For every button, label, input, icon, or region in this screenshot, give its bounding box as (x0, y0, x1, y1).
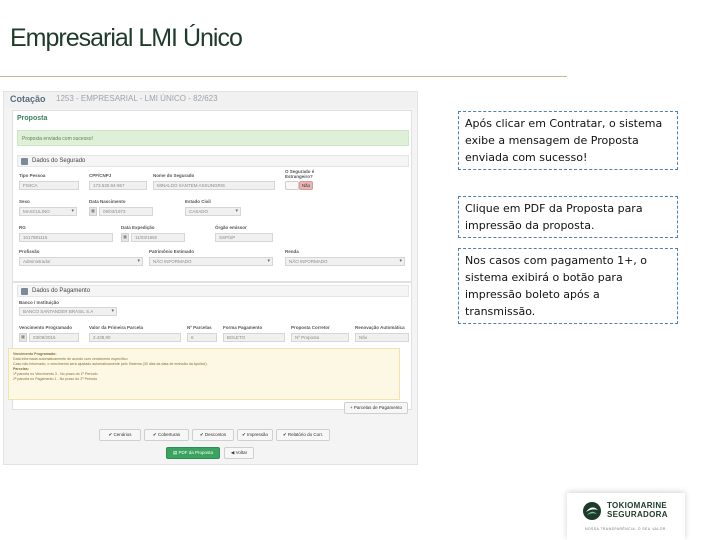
back-button-label: Voltar (235, 450, 248, 455)
label-banco: Banco / Instituição (19, 300, 60, 305)
label-orgao: Órgão emissor (215, 225, 247, 230)
field-corretor[interactable]: Nº Proposta (291, 333, 349, 342)
scenarios-button[interactable]: ✔ Cenários (99, 429, 141, 441)
select-estado-civil[interactable]: CASADO (185, 207, 241, 216)
tokio-marine-logo-icon (583, 502, 601, 520)
field-renovacao[interactable]: Não (355, 333, 409, 342)
payment-notice: Vencimento Programado: Data informada au… (8, 348, 400, 400)
installments-button-label: Parcelas de Pagamento (353, 405, 402, 410)
label-rg: RG (19, 225, 26, 230)
quote-title: 1253 - EMPRESARIAL - LMI ÚNICO - 82/623 (56, 94, 218, 103)
field-nome[interactable]: MINALDO SANTEM ASSUNGRIS (153, 181, 275, 190)
report-button-label: Relatório do Corr. (287, 432, 324, 437)
toggle-estrangeiro-nao[interactable]: Não (299, 181, 313, 190)
document-icon (21, 288, 28, 295)
report-button[interactable]: ✔ Relatório do Corr. (276, 429, 330, 441)
coverage-button-label: Coberturas (157, 432, 181, 437)
label-patrimonio: Patrimônio Estimado (149, 249, 195, 254)
slide-title: Empresarial LMI Único (10, 24, 243, 52)
logo-line-1: TOKIOMARINE (607, 501, 668, 510)
pdf-proposal-button[interactable]: ▤ PDF da Proposta (166, 447, 220, 459)
field-expedicao[interactable]: 11/03/1992 (131, 233, 185, 242)
calendar-icon[interactable]: ▦ (89, 207, 97, 216)
label-nascimento: Data Nascimento (89, 199, 126, 204)
insured-section-header[interactable]: Dados do Segurado (17, 155, 409, 167)
select-renda[interactable]: NÃO INFORMADO (285, 257, 405, 266)
print-button-label: Impressão (247, 432, 269, 437)
label-corretor: Proposta Corretor (291, 325, 330, 330)
select-patrimonio[interactable]: NÃO INFORMADO (149, 257, 273, 266)
label-parcelas: Nº Parcelas (187, 325, 212, 330)
label-expedicao: Data Expedição (121, 225, 155, 230)
label-profissao: Profissão (19, 249, 40, 254)
field-parcelas[interactable]: 6 (187, 333, 217, 342)
field-tipo-pessoa[interactable]: FISICA (19, 181, 79, 190)
note-success-message: Após clicar em Contratar, o sistema exib… (458, 111, 678, 170)
field-forma[interactable]: BOLETO (223, 333, 285, 342)
calendar-icon[interactable]: ▦ (19, 333, 27, 342)
select-sexo[interactable]: MASCULINO (19, 207, 77, 216)
print-button[interactable]: ✔ Impressão (237, 429, 273, 441)
logo-line-2: SEGURADORA (607, 510, 668, 519)
installments-button[interactable]: + Parcelas de Pagamento (344, 402, 408, 414)
field-rg[interactable]: 1017881115 (19, 233, 113, 242)
label-cpf: CPF/CNPJ (89, 173, 112, 178)
payment-section-header[interactable]: Dados do Pagamento (17, 285, 409, 297)
label-nome: Nome do Segurado (153, 173, 195, 178)
logo-tagline: NOSSA TRANSPARÊNCIA. O SEU VALOR. (585, 527, 668, 531)
section-title: Cotação (10, 94, 46, 104)
calendar-icon[interactable]: ▦ (121, 233, 129, 242)
field-cpf[interactable]: 173.530.84-957 (89, 181, 147, 190)
label-renovacao: Renovação Automática (355, 325, 405, 330)
label-valor: Valor da Primeira Parcela (89, 325, 144, 330)
user-icon (21, 158, 28, 165)
field-valor[interactable]: 2.438,90 (89, 333, 181, 342)
pdf-proposal-button-label: PDF da Proposta (178, 450, 214, 455)
note-boleto-info: Nos casos com pagamento 1+, o sistema ex… (458, 248, 678, 324)
note-pdf-instruction: Clique em PDF da Proposta para impressão… (458, 196, 678, 238)
label-forma: Forma Pagamento (223, 325, 263, 330)
insured-heading: Dados do Segurado (32, 158, 86, 164)
label-sexo: Sexo (19, 199, 30, 204)
select-profissao[interactable]: Administrador (19, 257, 143, 266)
coverage-button[interactable]: ✔ Coberturas (144, 429, 189, 441)
discount-button-label: Descontos (204, 432, 227, 437)
label-estado-civil: Estado Civil (185, 199, 211, 204)
label-vencimento: Vencimento Programado (19, 325, 73, 330)
field-orgao[interactable]: SSP/SP (215, 233, 273, 242)
proposal-panel: Proposta Proposta enviada com sucesso! D… (12, 110, 412, 282)
label-tipo-pessoa: Tipo Pessoa (19, 173, 46, 178)
scenarios-button-label: Cenários (113, 432, 132, 437)
label-renda: Renda (285, 249, 299, 254)
notice-line: 2ª parcela no Pagamento 1 - No prazo do … (13, 377, 98, 381)
proposal-heading: Proposta (17, 115, 48, 122)
discount-button[interactable]: ✔ Descontos (192, 429, 234, 441)
success-alert: Proposta enviada com sucesso! (17, 130, 409, 146)
screenshot-header: Cotação 1253 - EMPRESARIAL - LMI ÚNICO -… (4, 92, 417, 108)
field-vencimento[interactable]: 03/08/2016 (29, 333, 79, 342)
label-estrangeiro: O Segurado é Estrangeiro? (285, 169, 315, 179)
payment-heading: Dados do Pagamento (32, 288, 91, 294)
back-button[interactable]: ◀ Voltar (224, 447, 254, 459)
field-nascimento[interactable]: 09/03/1973 (99, 207, 153, 216)
app-screenshot: Cotação 1253 - EMPRESARIAL - LMI ÚNICO -… (3, 91, 418, 465)
select-banco[interactable]: BANCO SANTANDER BRASIL S.A (19, 307, 117, 316)
title-divider (0, 76, 567, 77)
company-logo: TOKIOMARINE SEGURADORA NOSSA TRANSPARÊNC… (567, 493, 685, 540)
toggle-estrangeiro-off[interactable] (285, 181, 299, 190)
